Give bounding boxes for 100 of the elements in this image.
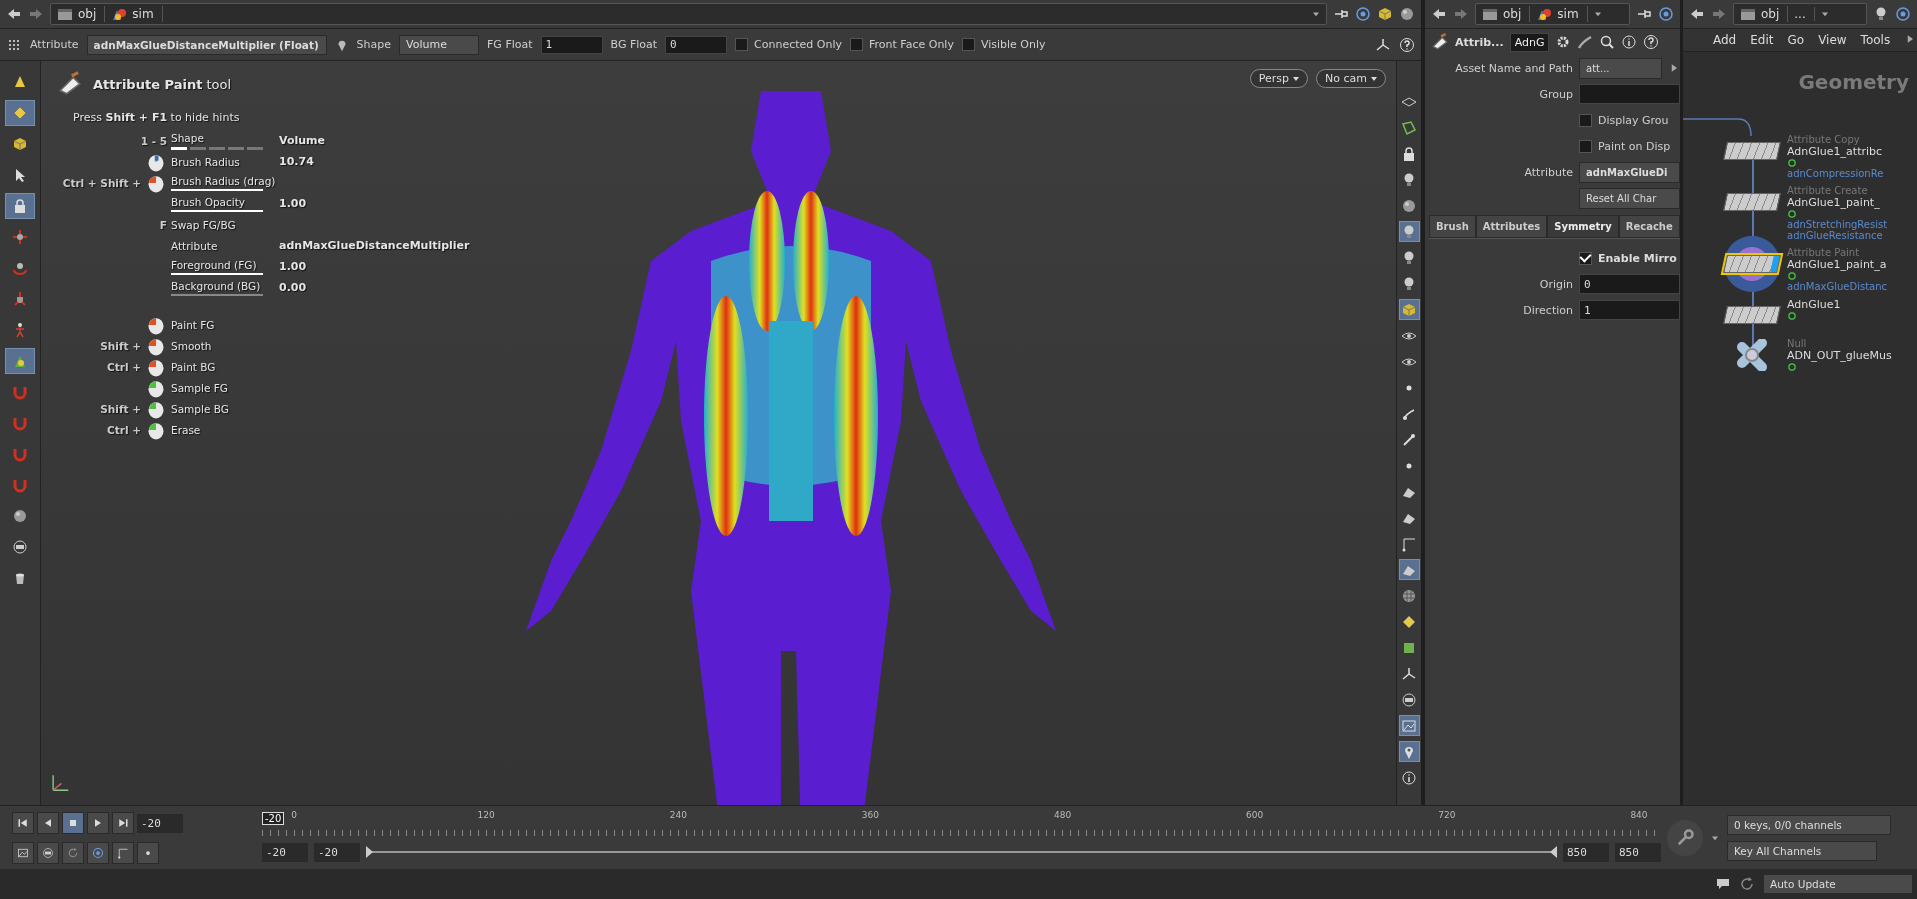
shortcut-keys: Ctrl + (57, 360, 141, 373)
attribute-dropdown[interactable]: adnMaxGlueDi (1579, 161, 1680, 183)
reset-button[interactable]: Reset All Char (1579, 187, 1680, 209)
pyramid-tool-button[interactable] (5, 348, 35, 374)
target-icon[interactable] (1658, 6, 1674, 22)
menu-item[interactable]: Edit (1750, 33, 1774, 47)
back-arrow-icon[interactable] (1431, 6, 1447, 22)
path-crumb[interactable]: obj (55, 6, 106, 22)
pin-tool-button[interactable] (1398, 741, 1420, 762)
attribute-dropdown[interactable]: adnMaxGlueDistanceMultiplier (Float) (86, 34, 327, 55)
cube-icon (1401, 301, 1417, 318)
info-icon[interactable] (1621, 34, 1638, 50)
sphere-icon (1401, 197, 1417, 214)
node-tile[interactable] (1723, 193, 1781, 211)
path-field[interactable]: obj ... (1733, 3, 1867, 25)
path-field[interactable]: obj sim (50, 3, 1327, 25)
viewport[interactable] (41, 61, 1396, 805)
frame-field[interactable]: -20 (137, 813, 183, 833)
path-field[interactable]: obj sim (1475, 3, 1630, 25)
node-tile[interactable] (1723, 142, 1781, 160)
forward-arrow-icon[interactable] (1711, 6, 1727, 22)
refresh-icon[interactable] (1739, 876, 1755, 892)
node-tile[interactable] (1723, 306, 1781, 324)
checkbox[interactable] (850, 38, 864, 51)
prev-button[interactable] (37, 812, 59, 834)
checkbox[interactable] (961, 38, 975, 51)
corner-button[interactable] (112, 842, 134, 864)
disc-button[interactable] (37, 842, 59, 864)
back-arrow-icon[interactable] (6, 6, 22, 22)
group-field[interactable] (1579, 84, 1680, 104)
node-tile[interactable] (1723, 255, 1781, 273)
path-crumb[interactable]: sim (1534, 6, 1588, 22)
stop-button[interactable] (62, 812, 84, 834)
view-menu-button[interactable]: No cam (1316, 69, 1386, 88)
checkbox[interactable] (735, 38, 749, 51)
null-node-icon[interactable] (1736, 339, 1768, 371)
play-button[interactable] (87, 812, 109, 834)
paint-tool-icon (1431, 33, 1449, 51)
lock-tool-button[interactable] (5, 193, 35, 219)
back-arrow-icon[interactable] (1689, 6, 1705, 22)
fg-float-field[interactable]: 1 (540, 35, 603, 54)
cube-icon[interactable] (1377, 6, 1393, 22)
tab[interactable]: Brush (1429, 215, 1476, 238)
menu-item[interactable]: Add (1713, 33, 1737, 47)
refresh-button[interactable] (62, 842, 84, 864)
speech-bubble-icon[interactable] (1715, 876, 1731, 892)
tab[interactable]: Symmetry (1547, 215, 1619, 238)
bg-float-field[interactable]: 0 (665, 35, 728, 54)
path-crumb[interactable]: obj (1738, 6, 1789, 22)
help-icon[interactable] (1643, 34, 1660, 50)
path-crumb[interactable]: obj (1480, 6, 1531, 22)
target-icon[interactable] (1895, 6, 1911, 22)
path-crumb[interactable]: ... (1792, 7, 1815, 21)
last-button[interactable] (112, 812, 134, 834)
hint-label: Smooth (171, 339, 213, 352)
dot-button[interactable] (137, 842, 159, 864)
plane-tool-button[interactable] (1398, 559, 1420, 580)
tab[interactable]: Recache (1618, 215, 1680, 238)
param-field[interactable]: 0 (1579, 274, 1680, 294)
help-icon[interactable] (1399, 36, 1415, 53)
menu-item[interactable]: Go (1787, 33, 1805, 47)
timeline-ruler[interactable]: -20 0 120 240 360 480 600 720 840 (262, 810, 1655, 836)
range-end-field[interactable]: 850 (1615, 842, 1661, 862)
shape-dropdown[interactable]: Volume (399, 34, 480, 55)
search-icon[interactable] (1599, 34, 1616, 50)
info-icon (1401, 769, 1417, 786)
first-button[interactable] (12, 812, 34, 834)
range-end-field[interactable]: 850 (1563, 842, 1609, 862)
asset-dropdown[interactable]: att... (1579, 57, 1662, 79)
range-start-field[interactable]: -20 (314, 842, 360, 862)
checkbox-label: Visible Only (980, 38, 1046, 51)
brush-icon[interactable] (1577, 34, 1594, 50)
param-field[interactable]: 1 (1579, 300, 1680, 320)
node-name-field[interactable]: AdnG (1509, 32, 1550, 52)
target-button[interactable] (87, 842, 109, 864)
checkbox[interactable] (1579, 139, 1592, 153)
view-menu-button[interactable]: Persp (1249, 69, 1309, 88)
forward-arrow-icon[interactable] (1453, 6, 1469, 22)
tab[interactable]: Attributes (1475, 215, 1548, 238)
menu-item[interactable]: Tools (1860, 33, 1891, 47)
diamond-tool-button[interactable] (5, 100, 35, 126)
menu-item[interactable]: View (1818, 33, 1847, 47)
shortcut-keys: Ctrl + (57, 423, 141, 436)
update-mode-dropdown[interactable]: Auto Update (1763, 874, 1913, 894)
image-tool-button[interactable] (1398, 715, 1420, 736)
key-mode-dropdown[interactable]: Key All Channels (1727, 840, 1877, 861)
range-start-field[interactable]: -20 (262, 842, 308, 862)
image-button[interactable] (12, 842, 34, 864)
muscle-body-drawing[interactable] (526, 91, 1056, 805)
checkbox[interactable] (1579, 113, 1592, 127)
node-status-icon (1787, 209, 1797, 219)
hierarchy-icon[interactable] (1375, 36, 1391, 53)
path-crumb[interactable]: sim (109, 6, 163, 22)
bulb-tool-button[interactable] (1398, 221, 1420, 242)
key-button[interactable] (1667, 819, 1703, 856)
checkbox[interactable] (1579, 251, 1592, 265)
target-icon[interactable] (1355, 6, 1371, 22)
cube-tool-button[interactable] (1398, 299, 1420, 320)
forward-arrow-icon[interactable] (28, 6, 44, 22)
sphere-icon[interactable] (1399, 6, 1415, 22)
